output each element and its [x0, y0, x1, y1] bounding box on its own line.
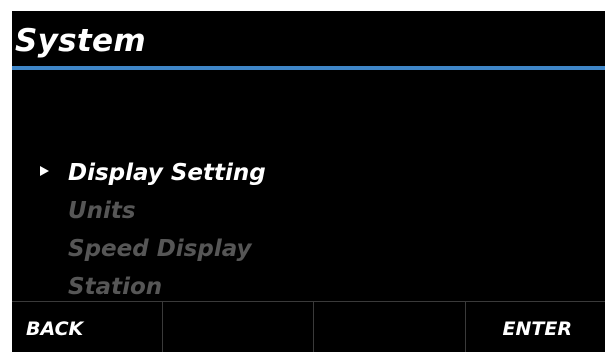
right-triangle-icon	[40, 166, 49, 176]
softkey-bar: BACK ENTER	[12, 301, 605, 352]
menu-item-display-setting[interactable]: Display Setting	[12, 158, 605, 188]
screen-title: System	[15, 23, 146, 59]
back-softkey-label: BACK	[26, 318, 84, 340]
menu-item-station[interactable]: Station	[12, 272, 605, 302]
menu-item-label: Units	[68, 198, 136, 224]
device-screen: System Display Setting Units Speed Displ…	[12, 11, 605, 352]
menu-item-label: Display Setting	[68, 160, 266, 186]
menu-item-label: Speed Display	[68, 236, 252, 262]
softkey-3[interactable]	[313, 302, 463, 352]
menu-item-units[interactable]: Units	[12, 196, 605, 226]
menu-item-label: Station	[68, 274, 163, 300]
softkey-2[interactable]	[162, 302, 312, 352]
menu-item-speed-display[interactable]: Speed Display	[12, 234, 605, 264]
back-softkey[interactable]: BACK	[12, 302, 162, 352]
enter-softkey-label: ENTER	[502, 318, 572, 340]
title-underline	[12, 66, 605, 70]
enter-softkey[interactable]: ENTER	[465, 302, 605, 352]
